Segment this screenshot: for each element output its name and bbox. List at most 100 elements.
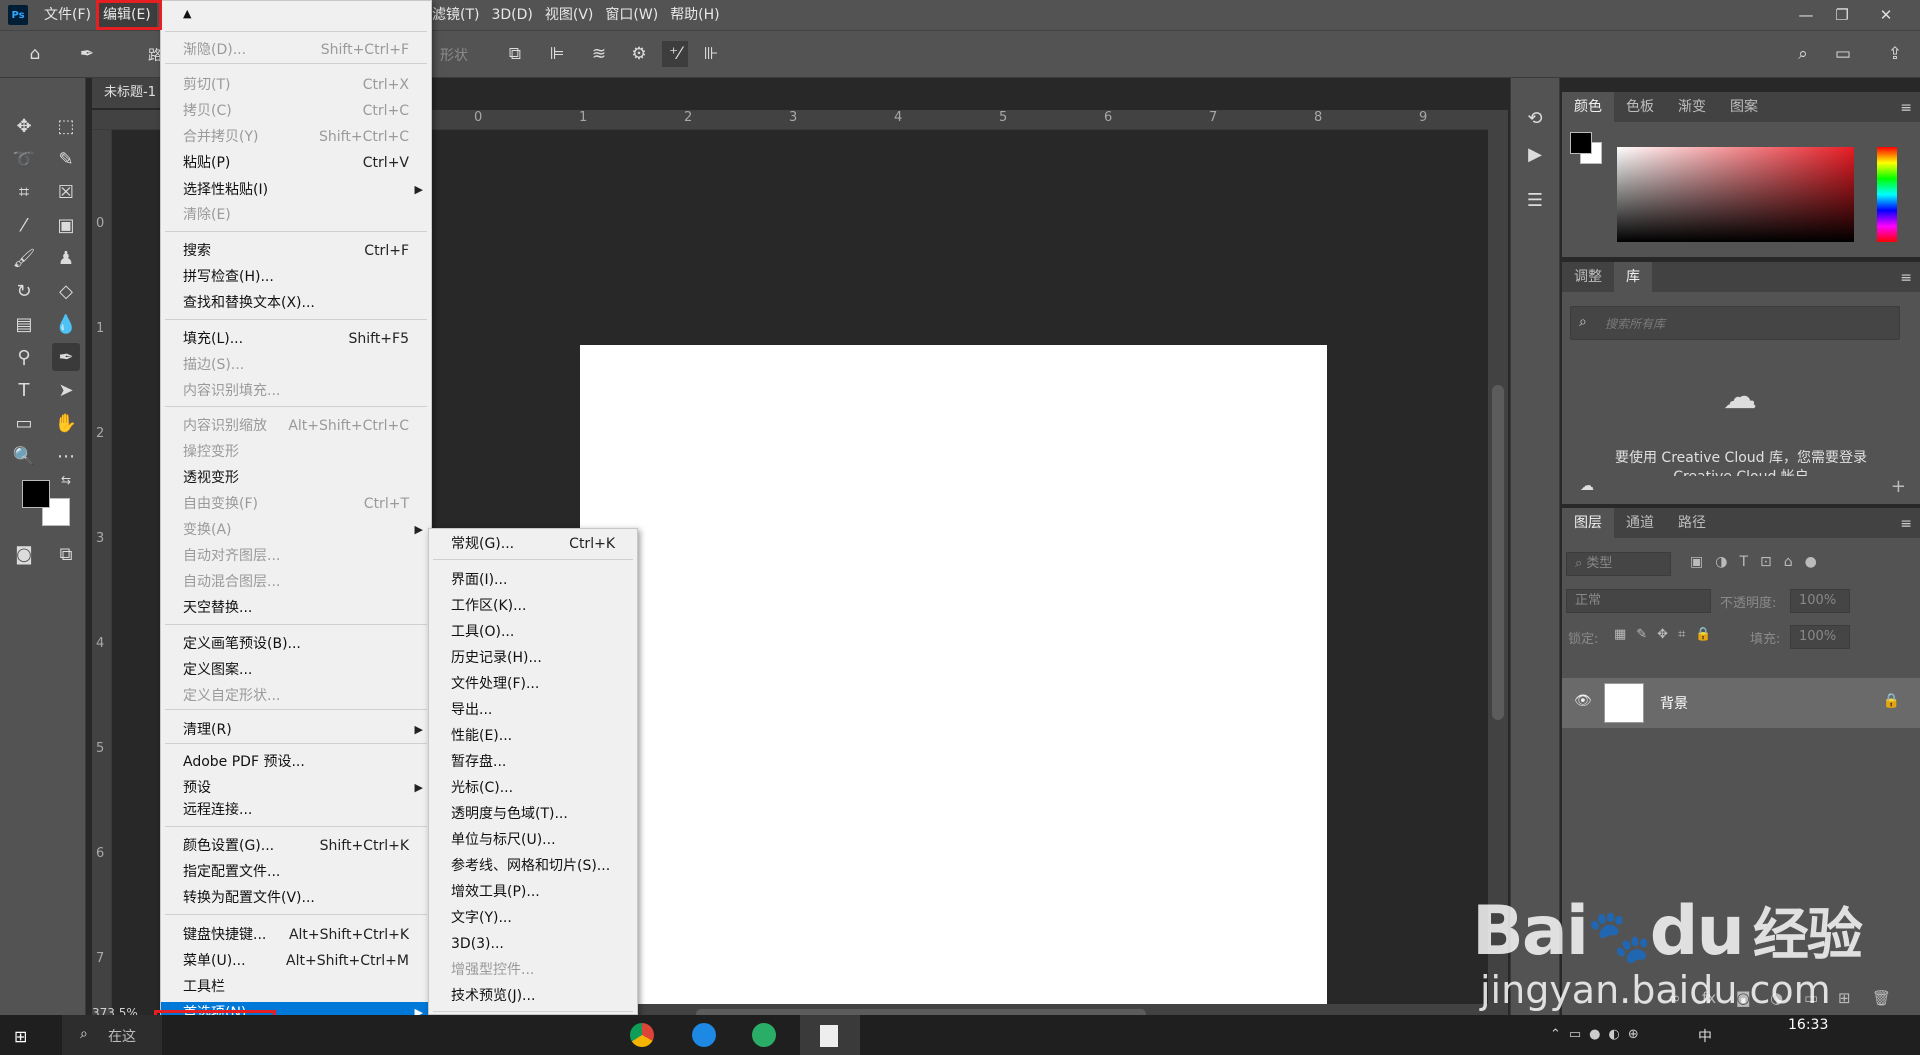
color-panel-foreground-swatch[interactable]	[1570, 132, 1592, 154]
path-selection-icon[interactable]: ➤	[52, 376, 80, 404]
color-saturation-field[interactable]	[1617, 147, 1854, 242]
browser-icon[interactable]	[692, 1023, 716, 1047]
align-edges-icon[interactable]: ⊪	[698, 41, 724, 67]
marquee-tool-icon[interactable]: ⬚	[52, 112, 80, 140]
preferences-submenu-item[interactable]: 文字(Y)...	[429, 907, 637, 929]
delete-layer-icon[interactable]: 🗑	[1872, 989, 1891, 1007]
move-tool-icon[interactable]: ✥	[10, 112, 38, 140]
dodge-tool-icon[interactable]: ⚲	[10, 343, 38, 371]
more-tools-icon[interactable]: ⋯	[52, 442, 80, 470]
crop-tool-icon[interactable]: ⌗	[10, 178, 38, 206]
edit-menu-item[interactable]: 定义画笔预设(B)...	[161, 633, 431, 655]
tab-channels[interactable]: 通道	[1614, 508, 1666, 538]
tab-paths[interactable]: 路径	[1666, 508, 1718, 538]
panel-menu-icon[interactable]: ≡	[1900, 516, 1912, 532]
actions-panel-icon[interactable]: ▶	[1521, 140, 1549, 168]
layer-row-background[interactable]: 👁 背景 🔒	[1562, 678, 1920, 728]
rectangle-tool-icon[interactable]: ▭	[10, 409, 38, 437]
menu-filter[interactable]: 滤镜(T)	[432, 0, 485, 30]
tab-patterns[interactable]: 图案	[1718, 92, 1770, 122]
wechat-icon[interactable]	[752, 1023, 776, 1047]
edit-menu-item[interactable]: 定义图案...	[161, 659, 431, 681]
tray-icons[interactable]: ⌃▭●◐⊕	[1550, 1027, 1647, 1042]
preferences-submenu-item[interactable]: 工具(O)...	[429, 621, 637, 643]
preferences-submenu-item[interactable]: 光标(C)...	[429, 777, 637, 799]
share-icon[interactable]: ⇪	[1882, 41, 1908, 67]
workspace-icon[interactable]: ▭	[1830, 41, 1856, 67]
zoom-tool-icon[interactable]: 🔍	[10, 442, 38, 470]
add-library-icon[interactable]: +	[1891, 476, 1906, 497]
hue-slider[interactable]	[1877, 147, 1897, 242]
preferences-submenu-item[interactable]: 界面(I)...	[429, 569, 637, 591]
lock-icons[interactable]: ▦✎✥⌗🔒	[1614, 627, 1722, 642]
menu-scroll-up-icon[interactable]: ▲	[183, 7, 191, 20]
pen-tool-preset-icon[interactable]: ✒	[74, 41, 100, 67]
path-alignment-icon[interactable]: ⊫	[544, 41, 570, 67]
edit-menu-item[interactable]: 转换为配置文件(V)...	[161, 887, 431, 909]
file-icon[interactable]	[800, 1015, 860, 1055]
auto-add-delete-icon[interactable]: ⁺⁄	[662, 41, 688, 67]
edit-menu-item[interactable]: 填充(L)... Shift+F5	[161, 328, 431, 350]
menu-file[interactable]: 文件(F)	[38, 0, 97, 30]
screen-mode-icon[interactable]: ⧉	[52, 540, 80, 568]
blur-tool-icon[interactable]: 💧	[52, 310, 80, 338]
search-icon[interactable]: ⌕	[1790, 41, 1816, 67]
foreground-color-swatch-front[interactable]	[22, 480, 50, 508]
home-icon[interactable]: ⌂	[22, 41, 48, 67]
lasso-tool-icon[interactable]: ➰	[10, 145, 38, 173]
edit-menu-item[interactable]: 菜单(U)... Alt+Shift+Ctrl+M	[161, 950, 431, 972]
preferences-submenu-item[interactable]: 工作区(K)...	[429, 595, 637, 617]
path-arrangement-icon[interactable]: ≋	[586, 41, 612, 67]
menu-help[interactable]: 帮助(H)	[664, 0, 725, 30]
healing-brush-icon[interactable]: ▣	[52, 211, 80, 239]
ime-indicator[interactable]: 中	[1698, 1026, 1712, 1046]
tab-color[interactable]: 颜色	[1562, 92, 1614, 122]
edit-menu-item[interactable]: 工具栏	[161, 976, 431, 998]
edit-menu-item[interactable]: 透视变形	[161, 467, 431, 489]
taskbar-clock[interactable]: 16:33	[1788, 1017, 1828, 1033]
eraser-tool-icon[interactable]: ◇	[52, 277, 80, 305]
blend-mode-select[interactable]: 正常	[1566, 589, 1711, 613]
history-brush-icon[interactable]: ↻	[10, 277, 38, 305]
settings-gear-icon[interactable]: ⚙	[626, 41, 652, 67]
path-operations-icon[interactable]: ⧉	[502, 41, 528, 67]
preferences-submenu-item[interactable]: 增效工具(P)...	[429, 881, 637, 903]
tab-layers[interactable]: 图层	[1562, 508, 1614, 538]
preferences-submenu-item[interactable]: 性能(E)...	[429, 725, 637, 747]
fill-input[interactable]: 100%	[1790, 625, 1850, 649]
edit-menu-item[interactable]: 远程连接...	[161, 799, 431, 821]
preferences-submenu-item[interactable]: 单位与标尺(U)...	[429, 829, 637, 851]
edit-menu-item[interactable]: 查找和替换文本(X)...	[161, 292, 431, 314]
preferences-submenu-item[interactable]: 导出...	[429, 699, 637, 721]
windows-start-icon[interactable]: ⊞	[14, 1027, 27, 1046]
layer-name[interactable]: 背景	[1660, 693, 1688, 713]
preferences-submenu-item[interactable]: 历史记录(H)...	[429, 647, 637, 669]
hand-tool-icon[interactable]: ✋	[52, 409, 80, 437]
edit-menu-item[interactable]: 指定配置文件...	[161, 861, 431, 883]
tab-swatches[interactable]: 色板	[1614, 92, 1666, 122]
library-search-input[interactable]: ⌕ 搜索所有库	[1570, 306, 1900, 340]
preferences-submenu-item[interactable]: 透明度与色域(T)...	[429, 803, 637, 825]
stamp-tool-icon[interactable]: ♟	[52, 244, 80, 272]
minimize-icon[interactable]: —	[1786, 0, 1826, 30]
gradient-tool-icon[interactable]: ▤	[10, 310, 38, 338]
preferences-submenu-item[interactable]: 常规(G)... Ctrl+K	[429, 533, 637, 555]
swap-colors-icon[interactable]: ⇆	[58, 472, 74, 488]
tab-gradients[interactable]: 渐变	[1666, 92, 1718, 122]
tab-adjustments[interactable]: 调整	[1562, 262, 1614, 292]
vertical-scroll-thumb[interactable]	[1492, 385, 1504, 720]
new-layer-icon[interactable]: ⊞	[1838, 989, 1851, 1007]
menu-window[interactable]: 窗口(W)	[599, 0, 664, 30]
shape-button[interactable]: 形状	[440, 45, 468, 65]
edit-menu-item[interactable]: 粘贴(P) Ctrl+V	[161, 152, 431, 174]
preferences-submenu-item[interactable]: 3D(3)...	[429, 933, 637, 955]
pen-tool-icon[interactable]: ✒	[52, 343, 80, 371]
preferences-submenu-item[interactable]: 参考线、网格和切片(S)...	[429, 855, 637, 877]
panel-menu-icon[interactable]: ≡	[1900, 100, 1912, 116]
edit-menu-item[interactable]: 天空替换...	[161, 597, 431, 619]
edit-menu-item[interactable]: 选择性粘贴(I) ▶	[161, 179, 431, 201]
edit-menu-item[interactable]: 键盘快捷键... Alt+Shift+Ctrl+K	[161, 924, 431, 946]
type-tool-icon[interactable]: T	[10, 376, 38, 404]
tab-libraries[interactable]: 库	[1614, 262, 1652, 292]
edit-menu-item[interactable]: 预设 ▶	[161, 777, 431, 799]
